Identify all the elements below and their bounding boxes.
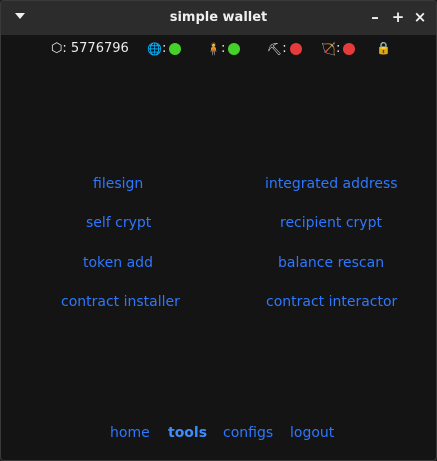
filesign-link[interactable]: filesign (93, 176, 143, 192)
status-bar: ⬡: 5776796 🌐: 🧍: ⛏: 🏹: 🔒 (1, 37, 436, 61)
bottom-nav: home tools configs logout (1, 425, 436, 445)
mining-status-dot (289, 42, 302, 55)
contract-installer-link[interactable]: contract installer (61, 294, 180, 310)
pickaxe-icon: ⛏ (267, 41, 283, 56)
nav-home[interactable]: home (110, 425, 150, 441)
nav-tools[interactable]: tools (168, 425, 207, 441)
network-status-dot (169, 42, 182, 55)
hexagon-icon: ⬡: (51, 41, 67, 56)
nav-configs[interactable]: configs (223, 425, 273, 441)
self-crypt-link[interactable]: self crypt (86, 215, 151, 231)
integrated-address-link[interactable]: integrated address (265, 176, 398, 192)
daemon-status: 🧍: (206, 41, 241, 56)
token-add-link[interactable]: token add (83, 255, 153, 271)
close-button[interactable]: × (411, 7, 429, 27)
title-bar[interactable]: simple wallet – + × (1, 1, 436, 35)
staking-status-dot (343, 42, 356, 55)
block-height: ⬡: 5776796 (51, 41, 129, 56)
maximize-button[interactable]: + (389, 7, 407, 27)
balance-rescan-link[interactable]: balance rescan (278, 255, 384, 271)
daemon-status-dot (228, 42, 241, 55)
network-status: 🌐: (147, 41, 182, 56)
separator: : (335, 41, 341, 56)
block-height-value: 5776796 (70, 41, 129, 56)
lock-status[interactable]: 🔒 (376, 41, 391, 55)
globe-icon: 🌐 (147, 41, 162, 56)
person-icon: 🧍 (206, 41, 221, 56)
app-window: simple wallet – + × ⬡: 5776796 🌐: 🧍: ⛏: … (0, 0, 437, 461)
separator: : (282, 41, 287, 56)
minimize-button[interactable]: – (366, 7, 384, 27)
recipient-crypt-link[interactable]: recipient crypt (280, 215, 382, 231)
bow-icon: 🏹 (321, 41, 336, 56)
separator: : (220, 41, 226, 56)
separator: : (161, 41, 167, 56)
mining-status: ⛏: (267, 41, 302, 56)
nav-logout[interactable]: logout (290, 425, 334, 441)
lock-icon[interactable]: 🔒 (376, 41, 391, 55)
contract-interactor-link[interactable]: contract interactor (266, 294, 397, 310)
staking-status: 🏹: (321, 41, 356, 56)
